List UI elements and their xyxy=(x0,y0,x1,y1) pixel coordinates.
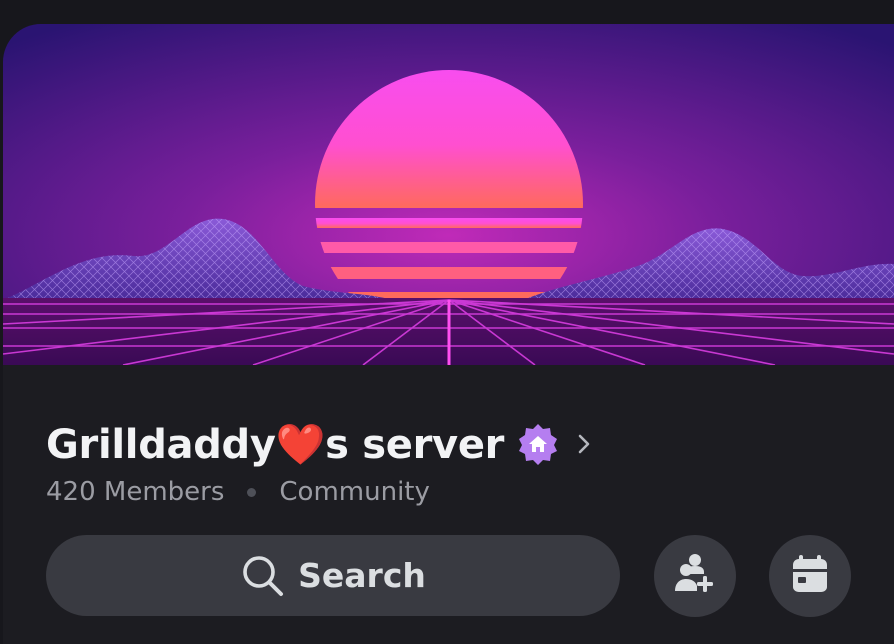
search-label: Search xyxy=(298,556,426,595)
calendar-icon xyxy=(788,552,832,600)
invite-button[interactable] xyxy=(654,535,736,617)
server-type: Community xyxy=(279,477,430,507)
separator-dot xyxy=(247,487,257,497)
community-home-badge-icon xyxy=(516,422,560,466)
server-info: Grilldaddy❤️s server 420 Members Communi… xyxy=(3,365,894,644)
search-button[interactable]: Search xyxy=(46,535,620,616)
server-title-row[interactable]: Grilldaddy❤️s server xyxy=(46,415,594,473)
chevron-right-icon[interactable] xyxy=(574,431,594,457)
server-meta: 420 Members Community xyxy=(46,477,430,507)
events-button[interactable] xyxy=(769,535,851,617)
server-name[interactable]: Grilldaddy❤️s server xyxy=(46,421,504,468)
server-banner xyxy=(3,24,894,365)
server-header-panel: Grilldaddy❤️s server 420 Members Communi… xyxy=(3,24,894,644)
search-icon xyxy=(240,553,286,599)
member-count: 420 Members xyxy=(46,477,225,507)
add-user-icon xyxy=(672,551,718,601)
